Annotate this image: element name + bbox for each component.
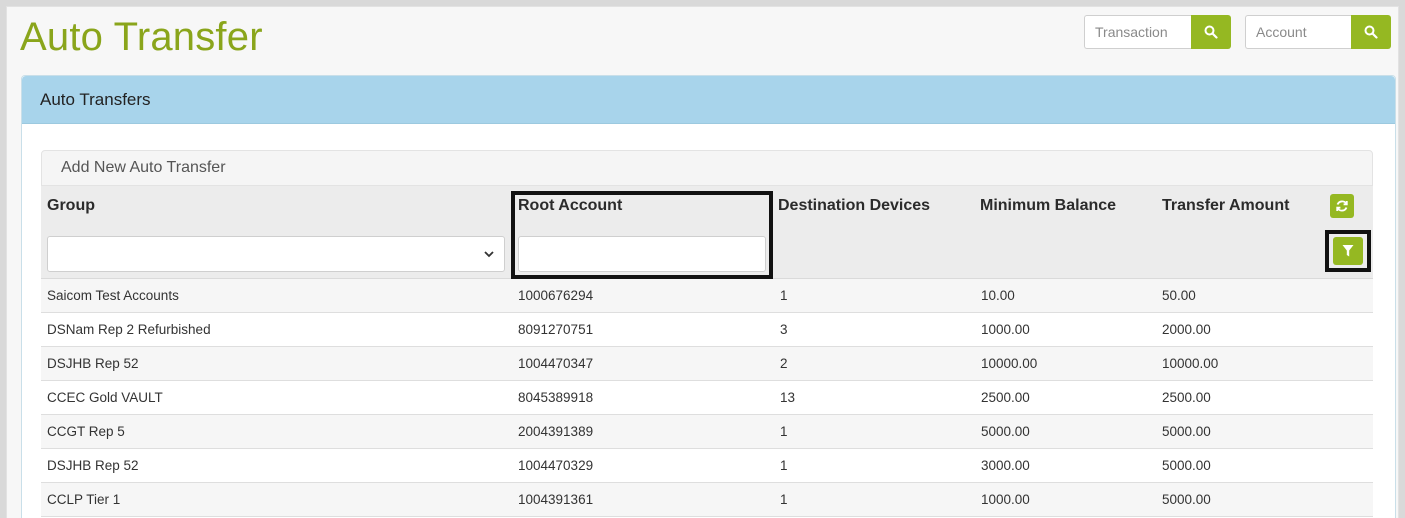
cell-destination-devices: 1 <box>780 458 788 473</box>
cell-transfer-amount: 50.00 <box>1162 288 1196 303</box>
transaction-search-input[interactable] <box>1084 15 1191 49</box>
page-title: Auto Transfer <box>20 15 263 59</box>
group-filter-select[interactable] <box>47 236 505 272</box>
column-header-group[interactable]: Group <box>47 197 95 215</box>
column-header-transfer-amount[interactable]: Transfer Amount <box>1162 197 1289 215</box>
cell-transfer-amount: 2500.00 <box>1162 390 1211 405</box>
cell-root-account: 1004470347 <box>518 356 594 371</box>
app-frame: Auto Transfer Auto Transfers Add New Aut… <box>7 7 1398 518</box>
panel-heading: Auto Transfers <box>22 76 1395 124</box>
cell-root-account: 8045389918 <box>518 390 594 405</box>
transaction-search-button[interactable] <box>1191 15 1231 49</box>
cell-minimum-balance: 2500.00 <box>981 390 1030 405</box>
cell-destination-devices: 3 <box>780 322 788 337</box>
column-header-minimum-balance[interactable]: Minimum Balance <box>980 197 1116 215</box>
cell-transfer-amount: 5000.00 <box>1162 424 1211 439</box>
table-row[interactable]: DSNam Rep 2 Refurbished 8091270751 3 100… <box>41 313 1373 347</box>
cell-transfer-amount: 5000.00 <box>1162 492 1211 507</box>
root-account-filter-input[interactable] <box>518 236 766 272</box>
filter-highlight <box>1325 230 1371 272</box>
account-search-button[interactable] <box>1351 15 1391 49</box>
cell-minimum-balance: 3000.00 <box>981 458 1030 473</box>
cell-destination-devices: 1 <box>780 492 788 507</box>
table-row[interactable]: DSJHB Rep 52 1004470347 2 10000.00 10000… <box>41 347 1373 381</box>
cell-group: Saicom Test Accounts <box>47 288 179 303</box>
table-row[interactable]: CCGT Rep 5 2004391389 1 5000.00 5000.00 <box>41 415 1373 449</box>
cell-destination-devices: 1 <box>780 424 788 439</box>
account-search-input[interactable] <box>1245 15 1351 49</box>
cell-group: DSJHB Rep 52 <box>47 356 139 371</box>
cell-transfer-amount: 10000.00 <box>1162 356 1219 371</box>
table-row[interactable]: DSJHB Rep 52 1004470329 1 3000.00 5000.0… <box>41 449 1373 483</box>
cell-minimum-balance: 5000.00 <box>981 424 1030 439</box>
cell-minimum-balance: 10.00 <box>981 288 1015 303</box>
cell-group: CCLP Tier 1 <box>47 492 121 507</box>
chevron-down-icon <box>484 251 494 258</box>
account-search <box>1245 15 1391 49</box>
cell-root-account: 8091270751 <box>518 322 594 337</box>
cell-transfer-amount: 2000.00 <box>1162 322 1211 337</box>
transaction-search <box>1084 15 1231 49</box>
refresh-button[interactable] <box>1330 194 1354 218</box>
search-icon <box>1204 25 1218 39</box>
cell-minimum-balance: 10000.00 <box>981 356 1038 371</box>
cell-minimum-balance: 1000.00 <box>981 322 1030 337</box>
column-header-destination-devices[interactable]: Destination Devices <box>778 197 930 215</box>
refresh-icon <box>1336 200 1348 212</box>
search-icon <box>1364 25 1378 39</box>
filter-icon <box>1342 245 1354 257</box>
table-row[interactable]: Saicom Test Accounts 1000676294 1 10.00 … <box>41 279 1373 313</box>
table-body: Saicom Test Accounts 1000676294 1 10.00 … <box>41 279 1373 517</box>
table-header: Group Root Account Destination Devices M… <box>41 186 1373 279</box>
cell-root-account: 1004470329 <box>518 458 594 473</box>
cell-transfer-amount: 5000.00 <box>1162 458 1211 473</box>
cell-destination-devices: 1 <box>780 288 788 303</box>
cell-root-account: 1004391361 <box>518 492 594 507</box>
filter-button[interactable] <box>1333 237 1363 265</box>
cell-group: CCGT Rep 5 <box>47 424 125 439</box>
cell-destination-devices: 2 <box>780 356 788 371</box>
cell-root-account: 1000676294 <box>518 288 594 303</box>
add-new-auto-transfer-button[interactable]: Add New Auto Transfer <box>41 150 1373 186</box>
cell-destination-devices: 13 <box>780 390 796 405</box>
auto-transfers-table: Add New Auto Transfer Group Root Account… <box>41 150 1373 517</box>
table-row[interactable]: CCEC Gold VAULT 8045389918 13 2500.00 25… <box>41 381 1373 415</box>
cell-root-account: 2004391389 <box>518 424 594 439</box>
cell-group: CCEC Gold VAULT <box>47 390 163 405</box>
table-row[interactable]: CCLP Tier 1 1004391361 1 1000.00 5000.00 <box>41 483 1373 517</box>
cell-group: DSNam Rep 2 Refurbished <box>47 322 211 337</box>
cell-group: DSJHB Rep 52 <box>47 458 139 473</box>
cell-minimum-balance: 1000.00 <box>981 492 1030 507</box>
auto-transfers-panel: Auto Transfers Add New Auto Transfer Gro… <box>21 75 1396 518</box>
